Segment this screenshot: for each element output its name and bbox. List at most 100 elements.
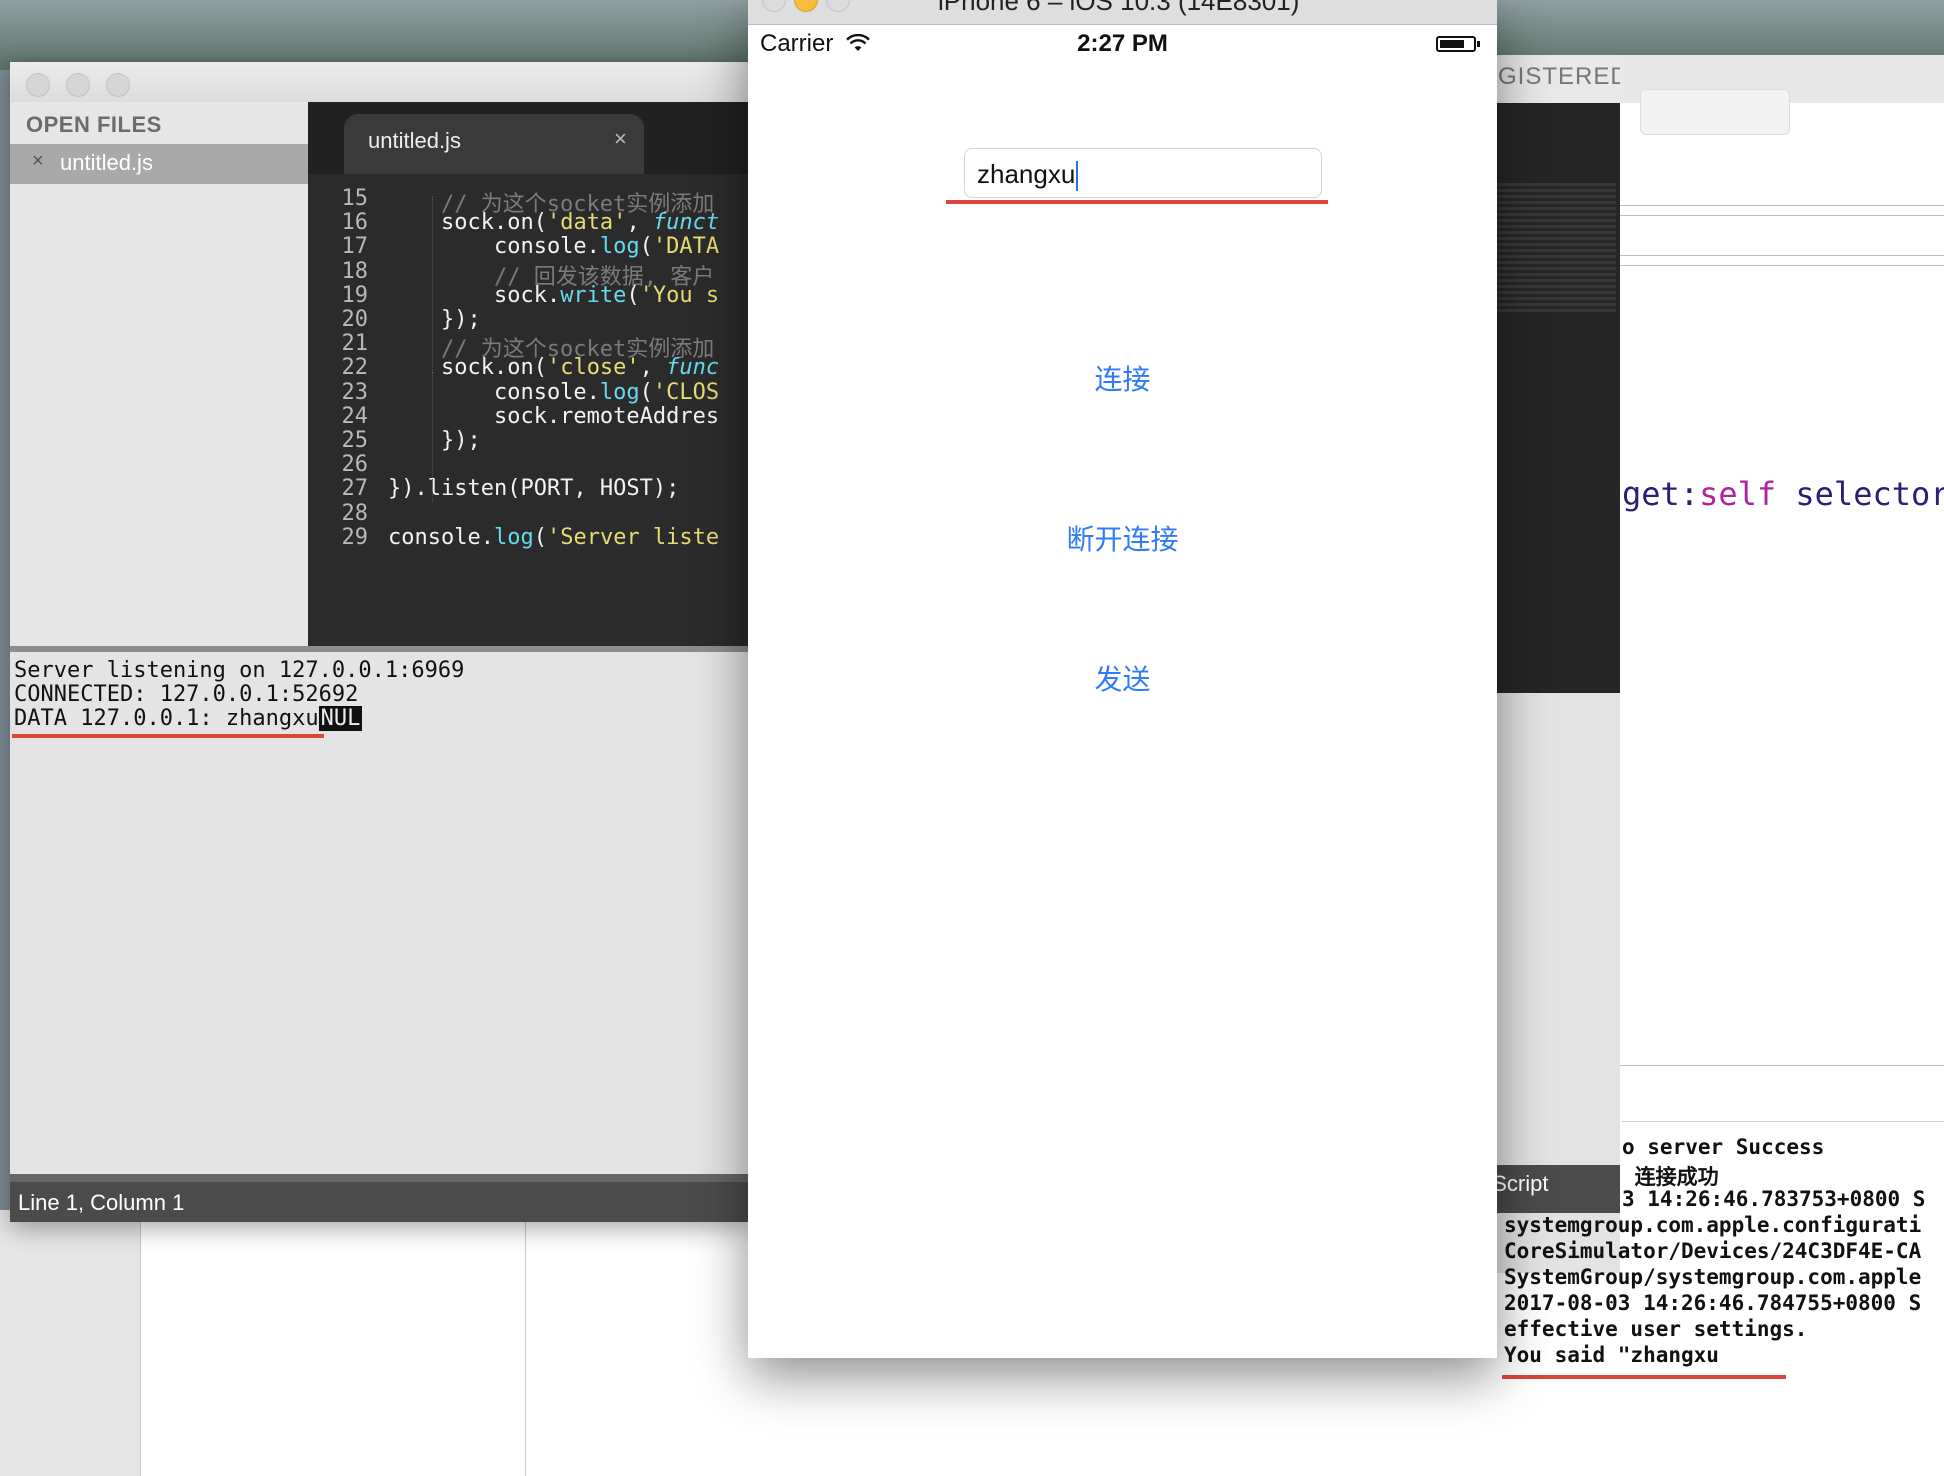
message-text-field[interactable]: zhangxu [964,148,1322,198]
code-token: }); [388,307,481,332]
status-bar: Line 1, Column 1 [10,1174,750,1222]
line-number: 18 [341,258,369,284]
code-token: 'Server liste [546,524,720,550]
code-token: sock.on( [388,210,547,236]
line-number: 23 [341,379,369,405]
code-token: func [666,355,720,381]
minimize-window-button[interactable] [66,73,90,97]
line-number: 24 [341,403,369,429]
code-token: log [599,379,640,405]
code-token: console. [388,234,600,260]
tab-untitled-js[interactable]: untitled.js × [344,114,644,176]
console-line: Server listening on 127.0.0.1:6969 [14,658,465,683]
code-token: 'DATA [652,234,720,260]
tab-bar: untitled.js × [308,102,750,176]
open-files-title: OPEN FILES [26,112,162,137]
code-token: 'close' [546,355,640,381]
code-token: sock.on( [388,355,547,381]
code-token: ( [639,379,653,405]
code-keyword: self [1699,475,1777,513]
nul-char-marker: NUL [318,706,363,731]
code-token: , [626,210,653,236]
line-number-gutter: 15 16 17 18 19 20 21 22 23 24 25 26 27 28 29 [308,174,369,646]
zoom-window-button[interactable] [106,73,130,97]
code-line: console.log('CLOS [388,380,719,405]
close-file-icon[interactable]: × [32,150,44,173]
code-token: sock. [388,282,561,308]
annotation-underline [1502,1375,1786,1379]
line-number: 25 [341,428,369,453]
indent-guide [432,372,434,502]
divider [1620,1065,1944,1066]
title-bar [10,62,750,102]
code-line: sock.write('You s [388,283,719,308]
console-data-text: DATA 127.0.0.1: zhangxu [14,706,319,731]
log-line: 3 14:26:46.783753+0800 S [1622,1187,1926,1211]
code-token: 'data' [546,210,627,236]
code-line: sock.on('data', funct [388,210,719,235]
minimap[interactable] [1486,183,1616,313]
log-line: CoreSimulator/Devices/24C3DF4E-CA [1504,1239,1922,1263]
line-number: 15 [341,186,369,211]
xcode-dark-pane [1480,103,1620,693]
connect-button[interactable]: 连接 [748,358,1497,398]
code-token: funct [652,210,720,236]
code-token: log [599,234,640,260]
battery-icon [1436,36,1480,52]
code-token: ( [533,524,547,550]
close-tab-icon[interactable]: × [614,126,627,152]
code-token: ( [626,282,640,308]
disconnect-button[interactable]: 断开连接 [748,518,1497,558]
code-line: sock.on('close', func [388,355,719,380]
line-number: 29 [341,524,369,550]
log-line: o server Success [1622,1135,1825,1159]
open-file-item[interactable]: × untitled.js [10,144,308,184]
xcode-window: GISTERED aScript get:self selector o ser… [1480,55,1944,1476]
text-field-value: zhangxu [977,159,1079,192]
divider [1620,265,1944,266]
code-line: }); [388,428,481,453]
tab-label: untitled.js [368,128,461,153]
status-bar-time: 2:27 PM [1077,30,1168,57]
code-line: }); [388,307,481,332]
code-token: , [639,355,667,381]
annotation-underline [946,200,1328,204]
code-token: 'You s [639,282,720,308]
code-token: write [560,282,627,308]
cursor-position: Line 1, Column 1 [18,1190,185,1215]
divider [1620,205,1944,206]
build-output-console: Server listening on 127.0.0.1:6969 CONNE… [10,646,750,1174]
code-token: console. [388,379,600,405]
sublime-text-window: OPEN FILES × untitled.js untitled.js × 1… [10,62,750,1222]
code-line: sock.remoteAddres [388,404,719,429]
line-number: 21 [341,331,369,357]
line-number: 28 [341,500,369,526]
code-token: log [493,524,534,550]
log-line: SystemGroup/systemgroup.com.apple [1504,1265,1922,1289]
zoom-window-button[interactable] [826,0,850,12]
background-document [140,1210,527,1476]
code-editor[interactable]: 15 16 17 18 19 20 21 22 23 24 25 26 27 28 29 // 为这个soc… [308,174,750,646]
code-line: console.log('DATA [388,234,719,259]
close-window-button[interactable] [26,73,50,97]
simulator-title: iPhone 6 – iOS 10.3 (14E8301) [938,0,1300,16]
close-window-button[interactable] [762,0,786,12]
annotation-underline [12,734,324,738]
open-file-name: untitled.js [60,150,153,175]
objc-code-fragment: get:self selector [1622,475,1944,513]
log-line: 2017-08-03 14:26:46.784755+0800 S [1504,1291,1922,1315]
log-line: You said "zhangxu [1504,1343,1719,1367]
line-number: 19 [341,282,369,308]
divider [1620,215,1944,216]
xcode-search-field[interactable] [1640,89,1790,135]
code-token: ( [639,234,653,260]
code-token: sock.remoteAddres [388,403,720,429]
log-line: systemgroup.com.apple.configurati [1504,1213,1922,1237]
line-number: 22 [341,355,369,381]
code-text: get: [1622,475,1700,513]
code-line: console.log('Server liste [388,525,719,550]
send-button[interactable]: 发送 [748,658,1497,698]
line-number: 20 [341,307,369,332]
minimize-window-button[interactable] [794,0,818,12]
text-cursor [1076,161,1079,192]
